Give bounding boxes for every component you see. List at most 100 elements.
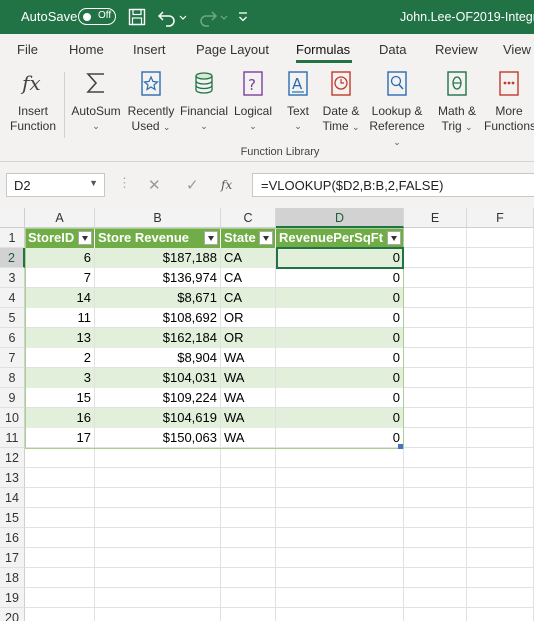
redo-dropdown-icon[interactable] [220, 7, 228, 27]
active-cell-selection[interactable] [276, 247, 404, 269]
table-header-store-revenue[interactable]: Store Revenue [95, 228, 221, 248]
table-cell-storeid[interactable]: 13 [25, 328, 94, 348]
table-cell-store-revenue[interactable]: $162,184 [95, 328, 220, 348]
formula-input[interactable]: =VLOOKUP($D2,B:B,2,FALSE) [252, 173, 534, 197]
tab-home[interactable]: Home [69, 42, 104, 57]
row-header-15[interactable]: 15 [0, 508, 25, 528]
filter-dropdown-icon[interactable] [259, 231, 273, 245]
filter-dropdown-icon[interactable] [204, 231, 218, 245]
name-box[interactable]: D2 ▼ [6, 173, 105, 197]
column-header-a[interactable]: A [25, 208, 95, 228]
table-cell-state[interactable]: WA [221, 348, 275, 368]
logical-button[interactable]: ? Logical ⌄ [231, 68, 275, 134]
tab-formulas[interactable]: Formulas [296, 42, 350, 57]
financial-button[interactable]: Financial ⌄ [177, 68, 231, 134]
table-cell-storeid[interactable]: 16 [25, 408, 94, 428]
filter-dropdown-icon[interactable] [78, 231, 92, 245]
tab-review[interactable]: Review [435, 42, 478, 57]
table-cell-store-revenue[interactable]: $187,188 [95, 248, 220, 268]
column-header-b[interactable]: B [95, 208, 221, 228]
table-cell-state[interactable]: CA [221, 248, 275, 268]
row-header-17[interactable]: 17 [0, 548, 25, 568]
row-header-19[interactable]: 19 [0, 588, 25, 608]
row-header-7[interactable]: 7 [0, 348, 25, 368]
insert-function-button[interactable]: fx Insert Function [6, 68, 60, 134]
table-cell-storeid[interactable]: 17 [25, 428, 94, 448]
column-header-c[interactable]: C [221, 208, 276, 228]
table-cell-state[interactable]: WA [221, 408, 275, 428]
tab-page-layout[interactable]: Page Layout [196, 42, 269, 57]
table-cell-revenuepersqft[interactable]: 0 [276, 308, 403, 328]
tab-insert[interactable]: Insert [133, 42, 166, 57]
save-icon[interactable] [128, 7, 146, 27]
row-header-11[interactable]: 11 [0, 428, 25, 448]
table-cell-revenuepersqft[interactable]: 0 [276, 428, 403, 448]
row-header-3[interactable]: 3 [0, 268, 25, 288]
row-header-6[interactable]: 6 [0, 328, 25, 348]
redo-icon[interactable] [198, 7, 218, 27]
date-time-button[interactable]: Date & Time ⌄ [319, 68, 363, 135]
row-header-1[interactable]: 1 [0, 228, 25, 248]
row-header-10[interactable]: 10 [0, 408, 25, 428]
table-resize-handle[interactable] [398, 444, 403, 449]
table-cell-revenuepersqft[interactable]: 0 [276, 388, 403, 408]
row-header-16[interactable]: 16 [0, 528, 25, 548]
text-button[interactable]: A Text ⌄ [280, 68, 316, 134]
row-header-20[interactable]: 20 [0, 608, 25, 621]
tab-data[interactable]: Data [379, 42, 406, 57]
autosave-toggle[interactable]: Off [78, 8, 116, 25]
insert-function-fx-icon[interactable]: fx [220, 176, 236, 194]
table-cell-storeid[interactable]: 7 [25, 268, 94, 288]
tab-file[interactable]: File [17, 42, 38, 57]
row-header-14[interactable]: 14 [0, 488, 25, 508]
table-cell-storeid[interactable]: 6 [25, 248, 94, 268]
table-cell-state[interactable]: WA [221, 428, 275, 448]
table-cell-store-revenue[interactable]: $150,063 [95, 428, 220, 448]
table-cell-revenuepersqft[interactable]: 0 [276, 368, 403, 388]
table-cell-state[interactable]: CA [221, 268, 275, 288]
filter-dropdown-icon[interactable] [387, 231, 401, 245]
table-cell-store-revenue[interactable]: $104,619 [95, 408, 220, 428]
table-cell-store-revenue[interactable]: $108,692 [95, 308, 220, 328]
table-cell-store-revenue[interactable]: $109,224 [95, 388, 220, 408]
row-header-12[interactable]: 12 [0, 448, 25, 468]
undo-icon[interactable] [157, 7, 177, 27]
row-header-9[interactable]: 9 [0, 388, 25, 408]
table-cell-revenuepersqft[interactable]: 0 [276, 348, 403, 368]
row-header-8[interactable]: 8 [0, 368, 25, 388]
more-functions-button[interactable]: More Functions [484, 68, 534, 134]
lookup-reference-button[interactable]: Lookup & Reference ⌄ [366, 68, 428, 150]
table-cell-storeid[interactable]: 15 [25, 388, 94, 408]
row-header-2[interactable]: 2 [0, 248, 25, 268]
table-header-storeid[interactable]: StoreID [25, 228, 95, 248]
column-header-d[interactable]: D [276, 208, 404, 228]
row-header-13[interactable]: 13 [0, 468, 25, 488]
tab-view[interactable]: View [503, 42, 531, 57]
table-cell-state[interactable]: OR [221, 328, 275, 348]
table-cell-storeid[interactable]: 11 [25, 308, 94, 328]
table-header-state[interactable]: State [221, 228, 276, 248]
name-box-dropdown-icon[interactable]: ▼ [89, 178, 98, 188]
column-header-f[interactable]: F [467, 208, 534, 228]
table-cell-store-revenue[interactable]: $8,904 [95, 348, 220, 368]
table-cell-storeid[interactable]: 3 [25, 368, 94, 388]
table-header-revenuepersqft[interactable]: RevenuePerSqFt [276, 228, 404, 248]
row-header-4[interactable]: 4 [0, 288, 25, 308]
table-cell-state[interactable]: WA [221, 368, 275, 388]
table-cell-state[interactable]: WA [221, 388, 275, 408]
table-cell-storeid[interactable]: 14 [25, 288, 94, 308]
row-header-18[interactable]: 18 [0, 568, 25, 588]
table-cell-revenuepersqft[interactable]: 0 [276, 288, 403, 308]
table-cell-store-revenue[interactable]: $104,031 [95, 368, 220, 388]
select-all-corner[interactable] [0, 208, 25, 228]
math-trig-button[interactable]: Math & Trig ⌄ [434, 68, 480, 135]
table-cell-revenuepersqft[interactable]: 0 [276, 408, 403, 428]
table-cell-storeid[interactable]: 2 [25, 348, 94, 368]
table-cell-state[interactable]: OR [221, 308, 275, 328]
column-header-e[interactable]: E [404, 208, 467, 228]
table-cell-store-revenue[interactable]: $8,671 [95, 288, 220, 308]
table-cell-revenuepersqft[interactable]: 0 [276, 268, 403, 288]
customize-toolbar-icon[interactable] [238, 7, 248, 27]
undo-dropdown-icon[interactable] [179, 7, 187, 27]
recently-used-button[interactable]: Recently Used ⌄ [126, 68, 176, 135]
